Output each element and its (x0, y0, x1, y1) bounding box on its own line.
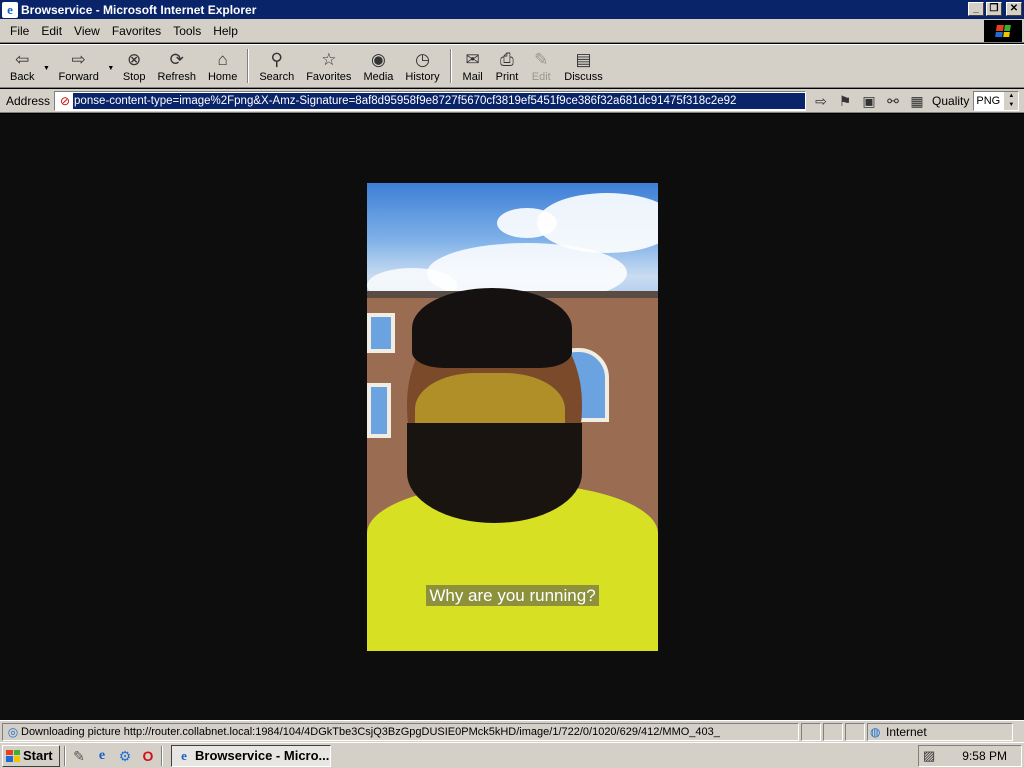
media-button[interactable]: ◉ Media (357, 46, 399, 86)
windows-flag-icon (6, 749, 20, 762)
clock[interactable]: 9:58 PM (962, 749, 1007, 763)
quality-label: Quality (932, 93, 970, 108)
address-box[interactable]: ⊘ (54, 90, 807, 111)
status-cell (845, 722, 865, 741)
menu-view[interactable]: View (68, 22, 106, 40)
start-button[interactable]: Start (2, 744, 60, 767)
address-bar: Address ⊘ ⇨ ⚑ ▣ ⚯ ▦ Quality PNG ▲▼ (0, 89, 1024, 113)
address-input[interactable] (73, 92, 806, 109)
clipboard-icon[interactable]: ▦ (908, 92, 926, 110)
start-label: Start (23, 748, 53, 763)
menu-tools[interactable]: Tools (167, 22, 207, 40)
edit-button[interactable]: ✎ Edit (524, 46, 558, 86)
menu-file[interactable]: File (4, 22, 35, 40)
page-icon: ⊘ (60, 93, 71, 108)
taskbar-separator (161, 745, 163, 766)
print-button[interactable]: ⎙ Print (490, 46, 525, 86)
bookmark-icon[interactable]: ⚑ (836, 92, 854, 110)
refresh-icon: ⟳ (169, 49, 184, 69)
status-text: Downloading picture http://router.collab… (21, 725, 720, 738)
page-viewport[interactable]: Why are you running? (0, 114, 1024, 720)
status-text-panel: ◎ Downloading picture http://router.coll… (2, 722, 799, 741)
quick-launch: ✎ e ⚙ O (70, 747, 157, 765)
go-arrow-icon[interactable]: ⇨ (812, 92, 830, 110)
minimize-button[interactable]: _ (968, 2, 984, 16)
status-cell (801, 722, 821, 741)
quality-select[interactable]: PNG ▲ ▼ (973, 90, 1020, 111)
favorites-button[interactable]: ☆ Favorites (300, 46, 357, 86)
favorites-icon: ☆ (321, 49, 337, 69)
ie-icon: e (181, 747, 187, 763)
find-binoculars-icon[interactable]: ⚯ (884, 92, 902, 110)
address-label: Address (6, 93, 51, 108)
back-arrow-icon: ⇦ (15, 49, 30, 69)
window-title: Browservice - Microsoft Internet Explore… (21, 2, 257, 17)
media-icon: ◉ (371, 49, 386, 69)
opera-icon[interactable]: O (139, 747, 157, 765)
taskbar: Start ✎ e ⚙ O e Browservice - Micro... ▨… (0, 742, 1024, 768)
ie-icon[interactable]: e (2, 1, 18, 18)
forward-dropdown-icon[interactable]: ▼ (105, 65, 117, 72)
page-view-icon[interactable]: ▣ (860, 92, 878, 110)
ie-quicklaunch-icon[interactable]: e (93, 747, 111, 765)
back-dropdown-icon[interactable]: ▼ (40, 65, 52, 72)
discuss-button[interactable]: ▤ Discuss (558, 46, 609, 86)
toolbar-separator (247, 49, 250, 83)
quality-spinner[interactable]: ▲ ▼ (1004, 91, 1019, 110)
history-icon: ◷ (415, 49, 430, 69)
standard-toolbar: ⇦ Back ▼ ⇨ Forward ▼ ⊗ Stop ⟳ Refresh ⌂ … (0, 44, 1024, 88)
title-bar[interactable]: e Browservice - Microsoft Internet Explo… (0, 0, 1024, 19)
tray-network-icon[interactable]: ▨ (923, 748, 935, 764)
task-label: Browservice - Micro... (195, 748, 330, 763)
restore-button[interactable]: ❐ (986, 2, 1002, 16)
internet-globe-icon: ◍ (870, 724, 881, 739)
quality-value: PNG (976, 94, 1001, 107)
forward-arrow-icon: ⇨ (71, 49, 86, 69)
home-button[interactable]: ⌂ Home (202, 46, 243, 86)
mail-icon: ✉ (465, 49, 480, 69)
history-button[interactable]: ◷ History (399, 46, 445, 86)
stop-button[interactable]: ⊗ Stop (117, 46, 152, 86)
back-button[interactable]: ⇦ Back (4, 46, 40, 86)
windows-logo-icon (984, 20, 1022, 42)
toolbar-separator (449, 49, 452, 83)
menu-bar: File Edit View Favorites Tools Help (0, 19, 1024, 43)
security-zone-panel[interactable]: ◍ Internet (867, 722, 1013, 741)
status-bar: ◎ Downloading picture http://router.coll… (0, 720, 1024, 742)
zone-label: Internet (886, 724, 927, 739)
network-icon[interactable]: ⚙ (116, 747, 134, 765)
show-desktop-icon[interactable]: ✎ (70, 747, 88, 765)
edit-icon: ✎ (534, 49, 549, 69)
refresh-button[interactable]: ⟳ Refresh (151, 46, 202, 86)
mail-button[interactable]: ✉ Mail (456, 46, 490, 86)
stop-icon: ⊗ (127, 49, 142, 69)
home-icon: ⌂ (217, 49, 228, 69)
close-button[interactable]: ✕ (1006, 2, 1022, 16)
status-cell (823, 722, 843, 741)
menu-favorites[interactable]: Favorites (106, 22, 167, 40)
menu-edit[interactable]: Edit (35, 22, 68, 40)
system-tray: ▨ 9:58 PM (918, 745, 1022, 767)
taskbar-separator (64, 745, 66, 766)
search-button[interactable]: ⚲ Search (253, 46, 300, 86)
print-icon: ⎙ (500, 49, 514, 69)
menu-help[interactable]: Help (207, 22, 244, 40)
quality-control: Quality PNG ▲ ▼ (932, 90, 1020, 111)
page-loading-icon: ◎ (7, 724, 19, 739)
taskbar-window-button[interactable]: e Browservice - Micro... (171, 744, 331, 767)
video-frame-image: Why are you running? (367, 183, 658, 651)
forward-button[interactable]: ⇨ Forward (52, 46, 104, 86)
video-subtitle: Why are you running? (367, 585, 658, 606)
discuss-icon: ▤ (575, 49, 592, 69)
search-icon: ⚲ (270, 49, 283, 69)
